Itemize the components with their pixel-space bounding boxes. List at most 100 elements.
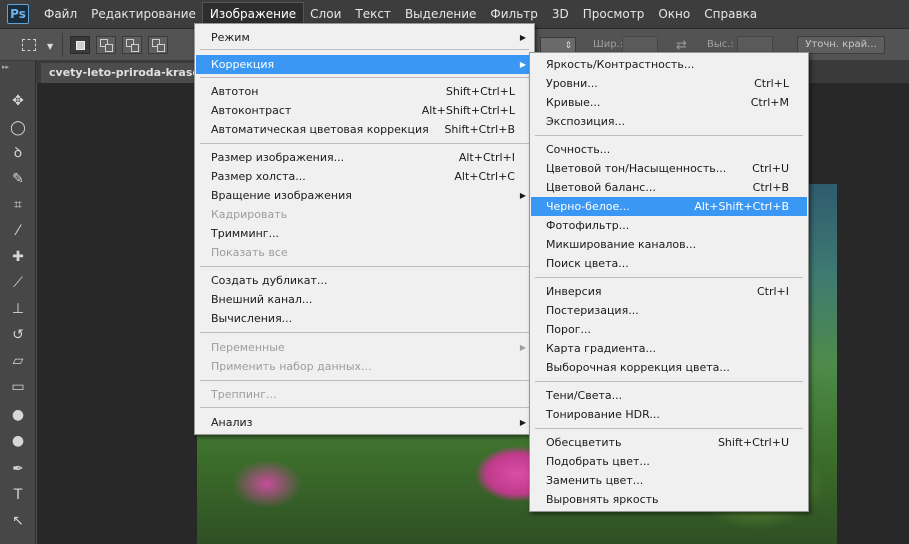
menu-item-vibrance[interactable]: Сочность... (531, 140, 807, 159)
menu-item-label: Размер холста... (211, 170, 306, 183)
menu-item-image-size[interactable]: Размер изображения... Alt+Ctrl+I (196, 148, 533, 167)
pen-tool-icon[interactable]: ✒ (8, 459, 28, 479)
intersect-selection-button[interactable] (148, 36, 168, 54)
menu-item-photo-filter[interactable]: Фотофильтр... (531, 216, 807, 235)
brush-tool-icon[interactable]: ⟋ (8, 273, 28, 293)
menu-item-calculations[interactable]: Вычисления... (196, 309, 533, 328)
menu-separator (200, 266, 529, 267)
menu-item-label: Анализ (211, 416, 253, 429)
menu-select[interactable]: Выделение (398, 3, 483, 25)
menu-item-apply-image[interactable]: Внешний канал... (196, 290, 533, 309)
menu-item-analysis[interactable]: Анализ ▶ (196, 413, 533, 432)
menu-item-label: Поиск цвета... (546, 257, 629, 270)
subtract-selection-icon-part (131, 44, 139, 52)
menu-item-label: Режим (211, 31, 250, 44)
menu-item-channel-mixer[interactable]: Микширование каналов... (531, 235, 807, 254)
menu-item-hue-saturation[interactable]: Цветовой тон/Насыщенность... Ctrl+U (531, 159, 807, 178)
menu-item-label: Применить набор данных... (211, 360, 372, 373)
quick-selection-tool-icon[interactable]: ✎ (8, 169, 28, 189)
menu-item-label: Заменить цвет... (546, 474, 644, 487)
menu-item-duplicate[interactable]: Создать дубликат... (196, 271, 533, 290)
refine-edge-button[interactable]: Уточн. край... (797, 36, 885, 54)
menu-item-black-white[interactable]: Черно-белое... Alt+Shift+Ctrl+B (531, 197, 807, 216)
menu-3d[interactable]: 3D (545, 3, 576, 25)
menu-item-equalize[interactable]: Выровнять яркость (531, 490, 807, 509)
menu-view[interactable]: Просмотр (576, 3, 652, 25)
dodge-tool-icon[interactable]: ● (8, 431, 28, 451)
menu-item-levels[interactable]: Уровни... Ctrl+L (531, 74, 807, 93)
subtract-from-selection-button[interactable] (122, 36, 142, 54)
move-tool-icon[interactable]: ✥ (8, 91, 28, 111)
new-selection-button[interactable] (70, 36, 90, 54)
menu-filter[interactable]: Фильтр (483, 3, 544, 25)
menu-item-color-balance[interactable]: Цветовой баланс... Ctrl+B (531, 178, 807, 197)
menu-item-posterize[interactable]: Постеризация... (531, 301, 807, 320)
swap-dimensions-icon[interactable]: ⇄ (676, 38, 687, 53)
menu-item-shortcut: Ctrl+L (754, 77, 789, 90)
menu-item-curves[interactable]: Кривые... Ctrl+M (531, 93, 807, 112)
menu-edit[interactable]: Редактирование (84, 3, 203, 25)
menu-item-auto-contrast[interactable]: Автоконтраст Alt+Shift+Ctrl+L (196, 101, 533, 120)
history-brush-tool-icon[interactable]: ↺ (8, 325, 28, 345)
menu-help[interactable]: Справка (697, 3, 764, 25)
menu-item-label: Создать дубликат... (211, 274, 328, 287)
menu-item-exposure[interactable]: Экспозиция... (531, 112, 807, 131)
path-selection-tool-icon[interactable]: ↖ (8, 511, 28, 531)
tool-preset-dropdown-icon[interactable]: ▼ (47, 42, 53, 51)
menu-item-match-color[interactable]: Подобрать цвет... (531, 452, 807, 471)
menu-item-label: Вычисления... (211, 312, 293, 325)
menu-item-label: Микширование каналов... (546, 238, 697, 251)
menu-separator (200, 380, 529, 381)
menu-item-label: Треппинг... (211, 388, 277, 401)
menu-item-gradient-map[interactable]: Карта градиента... (531, 339, 807, 358)
menu-item-mode[interactable]: Режим ▶ (196, 28, 533, 47)
rectangular-marquee-icon[interactable] (22, 39, 36, 51)
menu-item-label: Коррекция (211, 58, 275, 71)
submenu-arrow-icon: ▶ (519, 343, 526, 352)
menu-item-adjustments[interactable]: Коррекция ▶ (196, 55, 533, 74)
menu-item-invert[interactable]: Инверсия Ctrl+I (531, 282, 807, 301)
menu-item-color-lookup[interactable]: Поиск цвета... (531, 254, 807, 273)
clone-stamp-tool-icon[interactable]: ⊥ (8, 299, 28, 319)
menu-image[interactable]: Изображение (201, 2, 305, 26)
menu-item-label: Фотофильтр... (546, 219, 630, 232)
menu-item-canvas-size[interactable]: Размер холста... Alt+Ctrl+C (196, 167, 533, 186)
marquee-tool-icon[interactable]: ◯ (8, 118, 28, 138)
menu-separator (535, 277, 803, 278)
crop-tool-icon[interactable]: ⌗ (8, 195, 28, 215)
gradient-tool-icon[interactable]: ▭ (8, 377, 28, 397)
healing-brush-tool-icon[interactable]: ✚ (8, 247, 28, 267)
menu-window[interactable]: Окно (651, 3, 697, 25)
menu-item-replace-color[interactable]: Заменить цвет... (531, 471, 807, 490)
menu-item-label: Выборочная коррекция цвета... (546, 361, 730, 374)
menu-separator (200, 143, 529, 144)
collapse-toolbox-icon[interactable]: ▸▸ (2, 63, 9, 71)
intersect-selection-icon-part (157, 44, 165, 52)
eyedropper-tool-icon[interactable]: ⁄ (8, 221, 28, 241)
eraser-tool-icon[interactable]: ▱ (8, 351, 28, 371)
menu-item-image-rotation[interactable]: Вращение изображения ▶ (196, 186, 533, 205)
document-tab[interactable]: cvety-leto-priroda-krasota.jp (41, 63, 201, 83)
menu-item-shadows-highlights[interactable]: Тени/Света... (531, 386, 807, 405)
menu-item-desaturate[interactable]: Обесцветить Shift+Ctrl+U (531, 433, 807, 452)
menu-item-auto-tone[interactable]: Автотон Shift+Ctrl+L (196, 82, 533, 101)
blur-tool-icon[interactable]: ● (8, 405, 28, 425)
menu-item-hdr-toning[interactable]: Тонирование HDR... (531, 405, 807, 424)
menu-separator (200, 77, 529, 78)
menu-item-apply-data-set: Применить набор данных... (196, 357, 533, 376)
type-tool-icon[interactable]: T (8, 485, 28, 505)
menu-item-selective-color[interactable]: Выборочная коррекция цвета... (531, 358, 807, 377)
menu-file[interactable]: Файл (37, 3, 84, 25)
menu-item-variables: Переменные ▶ (196, 338, 533, 357)
add-to-selection-button[interactable] (96, 36, 116, 54)
menu-item-brightness-contrast[interactable]: Яркость/Контрастность... (531, 55, 807, 74)
lasso-tool-icon[interactable]: ꝺ (8, 143, 28, 163)
menu-item-trim[interactable]: Тримминг... (196, 224, 533, 243)
menu-item-label: Карта градиента... (546, 342, 657, 355)
menu-item-auto-color[interactable]: Автоматическая цветовая коррекция Shift+C… (196, 120, 533, 139)
menu-item-label: Постеризация... (546, 304, 639, 317)
menu-layers[interactable]: Слои (303, 3, 348, 25)
menu-item-threshold[interactable]: Порог... (531, 320, 807, 339)
menu-item-label: Автоматическая цветовая коррекция (211, 123, 429, 136)
menu-type[interactable]: Текст (348, 3, 398, 25)
